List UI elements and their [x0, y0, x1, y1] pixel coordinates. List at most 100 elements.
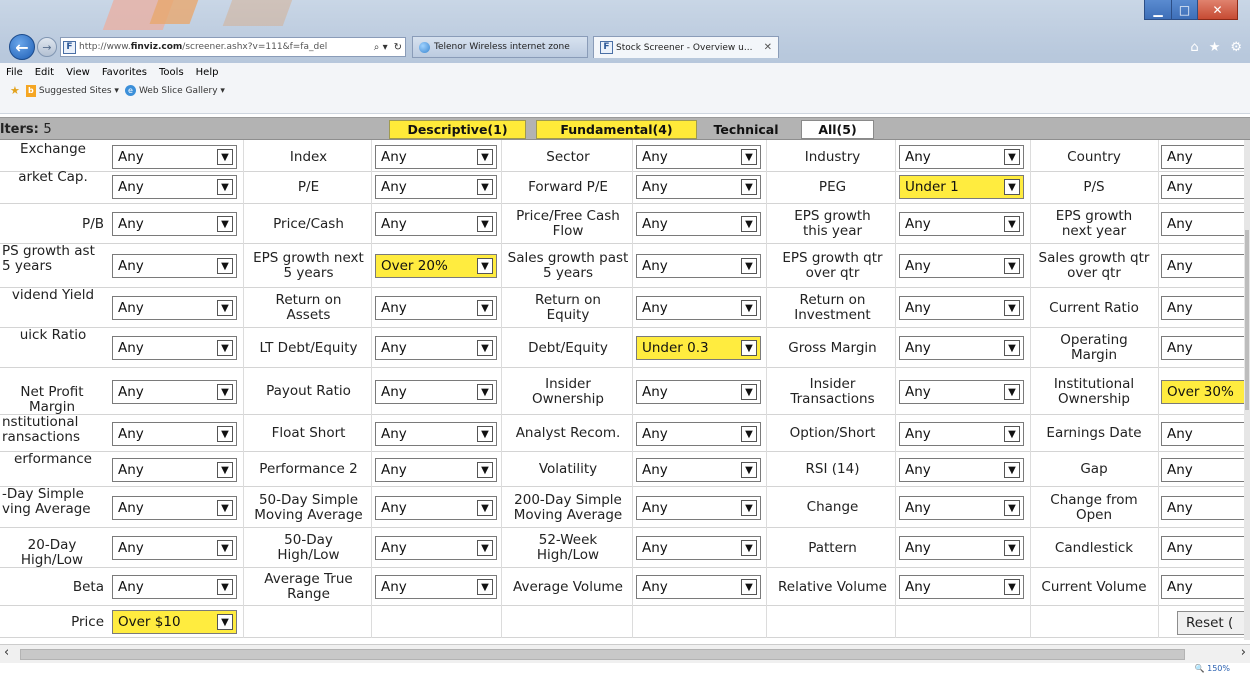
filter-select[interactable]: Any ▼	[375, 536, 497, 560]
filter-select[interactable]: Any ▼	[375, 458, 497, 482]
chevron-down-icon[interactable]: ▼	[741, 149, 757, 165]
filter-select[interactable]: Any ▼	[636, 575, 761, 599]
filter-select[interactable]: Any ▼	[636, 145, 761, 169]
suggested-sites-link[interactable]: b Suggested Sites ▾	[25, 85, 119, 97]
filter-select[interactable]: Any	[1161, 458, 1250, 482]
menu-tools[interactable]: Tools	[159, 67, 184, 78]
chevron-down-icon[interactable]: ▼	[477, 579, 493, 595]
filter-select[interactable]: Any ▼	[375, 336, 497, 360]
chevron-down-icon[interactable]: ▼	[741, 300, 757, 316]
chevron-down-icon[interactable]: ▼	[217, 500, 233, 516]
filter-select[interactable]: Any	[1161, 422, 1250, 446]
chevron-down-icon[interactable]: ▼	[477, 300, 493, 316]
filter-select[interactable]: Any	[1161, 296, 1250, 320]
filter-select[interactable]: Any ▼	[112, 422, 237, 446]
home-icon[interactable]: ⌂	[1190, 40, 1198, 55]
filter-select[interactable]: Any ▼	[899, 296, 1024, 320]
filter-select[interactable]: Any ▼	[636, 296, 761, 320]
vertical-scrollbar[interactable]	[1244, 140, 1250, 640]
search-icon[interactable]: ⌕ ▾	[374, 42, 388, 53]
tab-stock-screener[interactable]: F Stock Screener - Overview u... ✕	[593, 36, 779, 58]
scrollbar-thumb[interactable]	[20, 649, 1185, 660]
filter-select[interactable]: Under 0.3 ▼	[636, 336, 761, 360]
filter-select[interactable]: Any ▼	[636, 458, 761, 482]
favorites-add-icon[interactable]: ★	[10, 85, 20, 96]
chevron-down-icon[interactable]: ▼	[1004, 179, 1020, 195]
chevron-down-icon[interactable]: ▼	[217, 426, 233, 442]
chevron-down-icon[interactable]: ▼	[217, 149, 233, 165]
chevron-down-icon[interactable]: ▼	[477, 500, 493, 516]
chevron-down-icon[interactable]: ▼	[217, 614, 233, 630]
filter-select[interactable]: Over $10 ▼	[112, 610, 237, 634]
menu-help[interactable]: Help	[196, 67, 219, 78]
chevron-down-icon[interactable]: ▼	[217, 179, 233, 195]
close-window-button[interactable]: ✕	[1198, 0, 1238, 20]
filter-select[interactable]: Any ▼	[899, 422, 1024, 446]
filter-select[interactable]: Any ▼	[112, 458, 237, 482]
chevron-down-icon[interactable]: ▼	[1004, 149, 1020, 165]
filter-select[interactable]: Any ▼	[636, 380, 761, 404]
filter-select[interactable]: Any ▼	[636, 254, 761, 278]
filter-select[interactable]: Any ▼	[112, 336, 237, 360]
filter-select[interactable]: Any ▼	[899, 575, 1024, 599]
chevron-down-icon[interactable]: ▼	[1004, 540, 1020, 556]
filter-select[interactable]: Any ▼	[899, 380, 1024, 404]
filter-select[interactable]: Any ▼	[899, 336, 1024, 360]
address-bar[interactable]: F http://www.finviz.com/screener.ashx?v=…	[60, 37, 406, 57]
chevron-down-icon[interactable]: ▼	[477, 340, 493, 356]
chevron-down-icon[interactable]: ▼	[217, 579, 233, 595]
tab-telenor[interactable]: Telenor Wireless internet zone	[412, 36, 588, 58]
chevron-down-icon[interactable]: ▼	[741, 216, 757, 232]
filter-select[interactable]: Any	[1161, 254, 1250, 278]
favorites-star-icon[interactable]: ★	[1209, 40, 1221, 55]
chevron-down-icon[interactable]: ▼	[217, 462, 233, 478]
chevron-down-icon[interactable]: ▼	[1004, 462, 1020, 478]
settings-gear-icon[interactable]: ⚙	[1230, 40, 1242, 55]
address-url[interactable]: http://www.finviz.com/screener.ashx?v=11…	[79, 42, 371, 52]
chevron-down-icon[interactable]: ▼	[1004, 384, 1020, 400]
chevron-down-icon[interactable]: ▼	[1004, 340, 1020, 356]
chevron-down-icon[interactable]: ▼	[1004, 500, 1020, 516]
chevron-down-icon[interactable]: ▼	[1004, 426, 1020, 442]
tab-fundamental[interactable]: Fundamental(4)	[536, 120, 697, 139]
filter-select[interactable]: Over 30%	[1161, 380, 1250, 404]
chevron-down-icon[interactable]: ▼	[477, 384, 493, 400]
filter-select[interactable]: Any ▼	[112, 575, 237, 599]
chevron-down-icon[interactable]: ▼	[741, 579, 757, 595]
filter-select[interactable]: Any ▼	[112, 380, 237, 404]
filter-select[interactable]: Any ▼	[112, 145, 237, 169]
close-tab-icon[interactable]: ✕	[764, 42, 772, 53]
filter-select[interactable]: Any ▼	[112, 496, 237, 520]
chevron-down-icon[interactable]: ▼	[1004, 258, 1020, 274]
filter-select[interactable]: Any ▼	[636, 536, 761, 560]
filter-select[interactable]: Any ▼	[112, 254, 237, 278]
filter-select[interactable]: Any ▼	[375, 496, 497, 520]
chevron-down-icon[interactable]: ▼	[1004, 216, 1020, 232]
filter-select[interactable]: Any	[1161, 575, 1250, 599]
chevron-down-icon[interactable]: ▼	[217, 258, 233, 274]
filter-select[interactable]: Any ▼	[636, 422, 761, 446]
filter-select[interactable]: Any ▼	[899, 254, 1024, 278]
chevron-down-icon[interactable]: ▼	[217, 540, 233, 556]
filter-select[interactable]: Any ▼	[636, 496, 761, 520]
menu-view[interactable]: View	[66, 67, 90, 78]
chevron-down-icon[interactable]: ▼	[741, 258, 757, 274]
zoom-level[interactable]: 🔍 150%	[1195, 664, 1230, 673]
filter-select[interactable]: Any	[1161, 175, 1250, 199]
filter-select[interactable]: Any	[1161, 336, 1250, 360]
filter-select[interactable]: Any ▼	[636, 175, 761, 199]
filter-select[interactable]: Any ▼	[375, 575, 497, 599]
chevron-down-icon[interactable]: ▼	[741, 540, 757, 556]
filter-select[interactable]: Any ▼	[112, 175, 237, 199]
chevron-down-icon[interactable]: ▼	[477, 540, 493, 556]
scroll-left-icon[interactable]: ‹	[4, 645, 9, 660]
filter-select[interactable]: Any ▼	[375, 212, 497, 236]
scroll-right-icon[interactable]: ›	[1241, 645, 1246, 660]
tab-technical[interactable]: Technical	[701, 120, 791, 139]
menu-edit[interactable]: Edit	[35, 67, 54, 78]
filter-select[interactable]: Any ▼	[375, 175, 497, 199]
filter-select[interactable]: Over 20% ▼	[375, 254, 497, 278]
filter-select[interactable]: Any ▼	[112, 536, 237, 560]
chevron-down-icon[interactable]: ▼	[741, 426, 757, 442]
filter-select[interactable]: Any ▼	[899, 536, 1024, 560]
